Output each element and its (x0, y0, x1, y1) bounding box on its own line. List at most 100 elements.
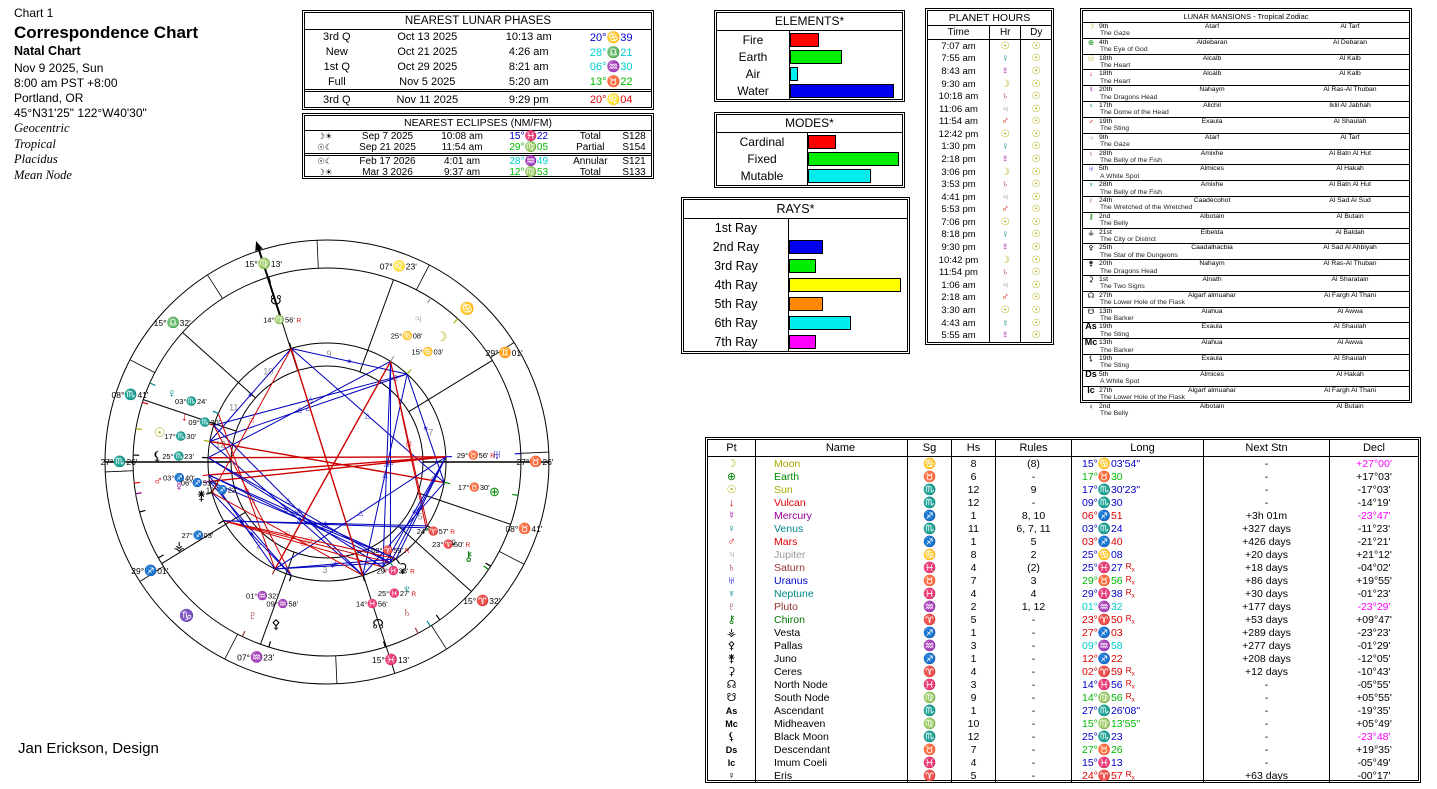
planet-declination: +19°35' (1356, 743, 1392, 756)
hour-ruler: ♃ (990, 102, 1022, 116)
day-ruler: ☉ (1021, 204, 1051, 217)
mansion-line1: Mc 13th Alahua Al Awwa (1083, 339, 1409, 347)
planet-name: Vulcan (756, 496, 908, 509)
planet-table-header: Pt Name Sg Hs Rules Long Next Stn Decl (708, 440, 1418, 457)
planet-sign: ♒ (908, 600, 952, 613)
hour-time: 5:53 pm (928, 203, 990, 217)
mansion-line1: ⚴ 25th Caadalhacbia Al Sad Al Ahbiyah (1083, 244, 1409, 251)
planet-positions-table: Pt Name Sg Hs Rules Long Next Stn Decl ☽ Moon ♋ 8(… (705, 437, 1421, 783)
planet-row: ⚶ Vesta ♐ 1-27° ♐ 03 +289 days -23°23' (708, 626, 1418, 639)
sun-icon: ☉ (1031, 116, 1041, 128)
longitude-minutes: 08 (1110, 548, 1123, 561)
hour-ruler: ☉ (990, 128, 1022, 141)
hour-ruler: ♂ (990, 115, 1022, 129)
planet-declination: -04°02' (1357, 561, 1391, 574)
mercury-icon: ☿ (1001, 153, 1009, 165)
ray-bar-row: 5th Ray (684, 294, 907, 314)
planet-hour-row: 11:54 am ♂ ☉ (928, 115, 1051, 129)
aquarius-sign-icon: ♒ (1097, 601, 1111, 613)
mansion-line1: ⚳ 1st Alnath Al Sharatain (1083, 276, 1409, 283)
planet-rules: - (996, 717, 1072, 730)
planet-glyph-cell: ♆ (708, 587, 756, 600)
planet-name: Sun (756, 483, 908, 496)
mansion-planet: ♅ (1083, 165, 1099, 172)
planet-hour-row: 7:55 am ♀ ☉ (928, 52, 1051, 66)
planet-rules: 3 (996, 574, 1072, 587)
scorpio-sign-icon: ♏ (922, 484, 937, 496)
taurus-sign-icon: ♉ (1097, 744, 1111, 756)
longitude-degrees: 27° (1082, 704, 1098, 717)
longitude-degrees: 27° (1082, 743, 1098, 756)
bar-label: Fixed (717, 150, 808, 168)
planet-glyph-cell: ♅ (708, 574, 756, 587)
bar-label: Fire (717, 31, 790, 48)
hour-time: 8:18 pm (928, 228, 990, 242)
sun-icon: ☉ (1031, 91, 1041, 103)
bar (789, 334, 816, 349)
mansion-arabic-name: Al Shaulah (1333, 323, 1367, 331)
longitude-minutes: 30 (1110, 496, 1123, 509)
bar-label: 7th Ray (684, 332, 789, 352)
hour-time: 9:30 pm (928, 241, 990, 254)
sun-icon: ☉ (1031, 216, 1041, 228)
vulcan-icon: ↓ (728, 496, 735, 509)
hour-time: 3:53 pm (928, 178, 990, 191)
hour-time: 1:06 am (928, 278, 990, 292)
planet-hour-row: 11:06 am ♃ ☉ (928, 102, 1051, 116)
planet-name: Jupiter (756, 548, 908, 561)
longitude-degrees: 25° (1082, 548, 1098, 561)
next-station: - (1204, 470, 1330, 483)
lunar-mansion-row: ⚳ 1st Alnath Al Sharatain The Two Signs (1083, 276, 1409, 292)
bar-area (808, 151, 902, 166)
aspect-glyph: △ (323, 520, 329, 527)
mansion-ordinal: 20th (1099, 260, 1113, 268)
lunar-mansion-row: ♃ 9th Atarf Al Tarf The Gaze (1083, 134, 1409, 150)
planet-name: Juno (756, 652, 908, 665)
phase-position: 13°♉22 (589, 76, 633, 89)
mansion-line1: ↓ 18th Alcalb Al Kalb (1083, 70, 1409, 77)
sun-position-label: 17°♏30' (164, 431, 196, 441)
planet-name: Saturn (756, 561, 908, 574)
planet-rules: - (996, 470, 1072, 483)
aspect-glyph: ∗ (249, 531, 255, 538)
aspect-glyph: □ (250, 418, 255, 425)
planet-sign: ♈ (908, 613, 952, 626)
hour-ruler: ♀ (990, 140, 1022, 154)
vesta-icon: ⚶ (726, 627, 737, 639)
chiron-icon: ⚷ (464, 549, 474, 564)
mansion-arabic-name: Al Debaran (1332, 38, 1367, 46)
lunar-eclipse-icon: ☽☀ (317, 131, 333, 141)
longitude-degrees: 15° (1082, 756, 1098, 769)
mercury-icon: ☿ (1001, 242, 1009, 254)
pallas-position-label: 09°♒58' (266, 599, 298, 609)
moon-icon: ☽ (726, 458, 737, 470)
eclipse-saros: S154 (622, 142, 646, 153)
venus-icon: ♀ (1001, 53, 1009, 65)
longitude-minutes: 03 (1110, 626, 1123, 639)
next-station: - (1204, 704, 1330, 717)
bar-area (808, 169, 902, 184)
mansion-ordinal: 20th (1099, 86, 1113, 94)
longitude-degrees: 27° (1082, 626, 1098, 639)
planet-glyph-cell: ♀ (708, 522, 756, 535)
longitude-degrees: 25° (1082, 730, 1098, 743)
planet-row: ⚴ Pallas ♒ 3-09° ♒ 58 +277 days -01°29' (708, 639, 1418, 652)
aquarius-sign-icon: ♒ (1097, 640, 1111, 652)
planet-glyph-cell: ♂ (708, 535, 756, 548)
planet-sign: ♓ (908, 587, 952, 600)
hour-ruler: ♃ (990, 190, 1022, 204)
mansion-description: The City or District (1100, 235, 1156, 243)
next-station: - (1204, 678, 1330, 691)
sagittarius-sign-icon: ♐ (1097, 627, 1111, 639)
mansion-ordinal: 18th (1099, 54, 1113, 62)
chart-type: Natal Chart (14, 44, 81, 59)
pisces-sign-icon: ♓ (1097, 679, 1111, 691)
longitude-minutes: 56 (1110, 691, 1123, 704)
planet-house: 5 (952, 613, 996, 626)
mansion-ordinal: 19th (1099, 117, 1113, 125)
mansion-arabic-name: Al Awwa (1337, 307, 1363, 315)
cancer-sign-icon: ♋ (1097, 458, 1111, 470)
planet-rules: - (996, 743, 1072, 756)
planet-glyph-cell: ⚶ (708, 626, 756, 639)
moon-icon: ☽ (1000, 78, 1010, 90)
